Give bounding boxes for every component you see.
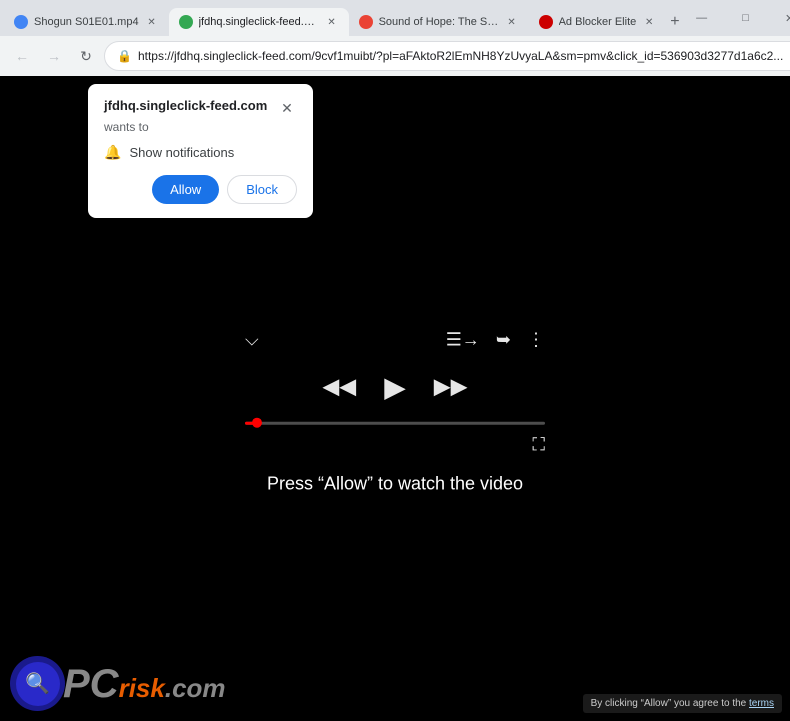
player-bottom-row: ⛶ (235, 434, 555, 455)
content-area: jfdhq.singleclick-feed.com ✕ wants to 🔔 … (0, 76, 790, 721)
tab-singleclick[interactable]: jfdhq.singleclick-feed.com ✕ (169, 8, 349, 36)
queue-icon[interactable]: ☰→ (446, 329, 480, 350)
pcrisk-com-text: .com (165, 673, 226, 704)
collapse-icon[interactable]: ⌵ (245, 329, 259, 350)
popup-permission-row: 🔔 Show notifications (104, 144, 297, 161)
tab-favicon-shogun (14, 15, 28, 29)
tab-shogun[interactable]: Shogun S01E01.mp4 ✕ (4, 8, 169, 36)
player-controls-main: ◀◀ ▶ ▶▶ (235, 370, 555, 403)
address-input[interactable]: 🔒 https://jfdhq.singleclick-feed.com/9cv… (104, 41, 790, 71)
url-text: https://jfdhq.singleclick-feed.com/9cvf1… (138, 49, 783, 63)
disclaimer: By clicking “Allow” you agree to the ter… (583, 694, 782, 713)
pcrisk-pc-text: PC (63, 664, 119, 704)
progress-bar-container[interactable] (235, 421, 555, 424)
bell-icon: 🔔 (104, 144, 121, 161)
close-button[interactable]: ✕ (768, 4, 790, 32)
tab-title-shogun: Shogun S01E01.mp4 (34, 16, 139, 28)
disclaimer-link[interactable]: terms (749, 698, 774, 709)
popup-buttons: Allow Block (104, 175, 297, 204)
popup-permission-label: Show notifications (129, 145, 234, 160)
tab-close-sound[interactable]: ✕ (505, 15, 519, 29)
address-bar: ← → ↻ 🔒 https://jfdhq.singleclick-feed.c… (0, 36, 790, 76)
notification-popup: jfdhq.singleclick-feed.com ✕ wants to 🔔 … (88, 84, 313, 218)
maximize-button[interactable]: □ (724, 4, 768, 32)
play-button[interactable]: ▶ (384, 370, 406, 403)
tab-close-shogun[interactable]: ✕ (145, 15, 159, 29)
tab-favicon-singleclick (179, 15, 193, 29)
progress-bar-background (245, 421, 545, 424)
tab-favicon-adblocker (539, 15, 553, 29)
new-tab-button[interactable]: + (670, 8, 679, 36)
tab-sound-of-hope[interactable]: Sound of Hope: The Story ✕ (349, 8, 529, 36)
allow-button[interactable]: Allow (152, 175, 219, 204)
magnifier-icon: 🔍 (25, 671, 50, 696)
prev-button[interactable]: ◀◀ (322, 374, 356, 400)
popup-domain: jfdhq.singleclick-feed.com (104, 98, 267, 113)
more-icon[interactable]: ⋮ (527, 329, 545, 350)
tab-adblocker[interactable]: Ad Blocker Elite ✕ (529, 8, 667, 36)
forward-button[interactable]: → (40, 42, 68, 70)
tab-title-adblocker: Ad Blocker Elite (559, 16, 637, 28)
tab-favicon-sound (359, 15, 373, 29)
pcrisk-logo: 🔍 PC risk .com (10, 656, 226, 711)
tab-title-sound: Sound of Hope: The Story (379, 16, 499, 28)
pcrisk-badge-inner: 🔍 (16, 662, 60, 706)
progress-thumb (252, 418, 262, 428)
tab-bar: Shogun S01E01.mp4 ✕ jfdhq.singleclick-fe… (0, 0, 790, 36)
popup-close-button[interactable]: ✕ (277, 98, 297, 118)
back-button[interactable]: ← (8, 42, 36, 70)
fullscreen-button[interactable]: ⛶ (532, 434, 545, 455)
pcrisk-badge: 🔍 (10, 656, 65, 711)
minimize-button[interactable]: — (680, 4, 724, 32)
popup-wants-to: wants to (104, 120, 297, 134)
video-player: ⌵ ☰→ ➥ ⋮ ◀◀ ▶ ▶▶ ⛶ Pr (235, 329, 555, 494)
share-icon[interactable]: ➥ (496, 329, 511, 350)
reload-button[interactable]: ↻ (72, 42, 100, 70)
window-controls: — □ ✕ (680, 4, 790, 36)
block-button[interactable]: Block (227, 175, 297, 204)
video-message: Press “Allow” to watch the video (235, 473, 555, 494)
pcrisk-risk-text: risk (119, 673, 165, 704)
player-icons-right: ☰→ ➥ ⋮ (446, 329, 545, 350)
popup-header: jfdhq.singleclick-feed.com ✕ (104, 98, 297, 118)
next-button[interactable]: ▶▶ (434, 374, 468, 400)
player-controls-top: ⌵ ☰→ ➥ ⋮ (235, 329, 555, 350)
browser-window: Shogun S01E01.mp4 ✕ jfdhq.singleclick-fe… (0, 0, 790, 721)
disclaimer-text: By clicking “Allow” you agree to the (591, 698, 747, 709)
pcrisk-text: PC risk .com (63, 664, 226, 704)
tab-close-adblocker[interactable]: ✕ (642, 15, 656, 29)
tab-title-singleclick: jfdhq.singleclick-feed.com (199, 16, 319, 28)
tab-close-singleclick[interactable]: ✕ (325, 15, 339, 29)
lock-icon: 🔒 (117, 49, 132, 63)
